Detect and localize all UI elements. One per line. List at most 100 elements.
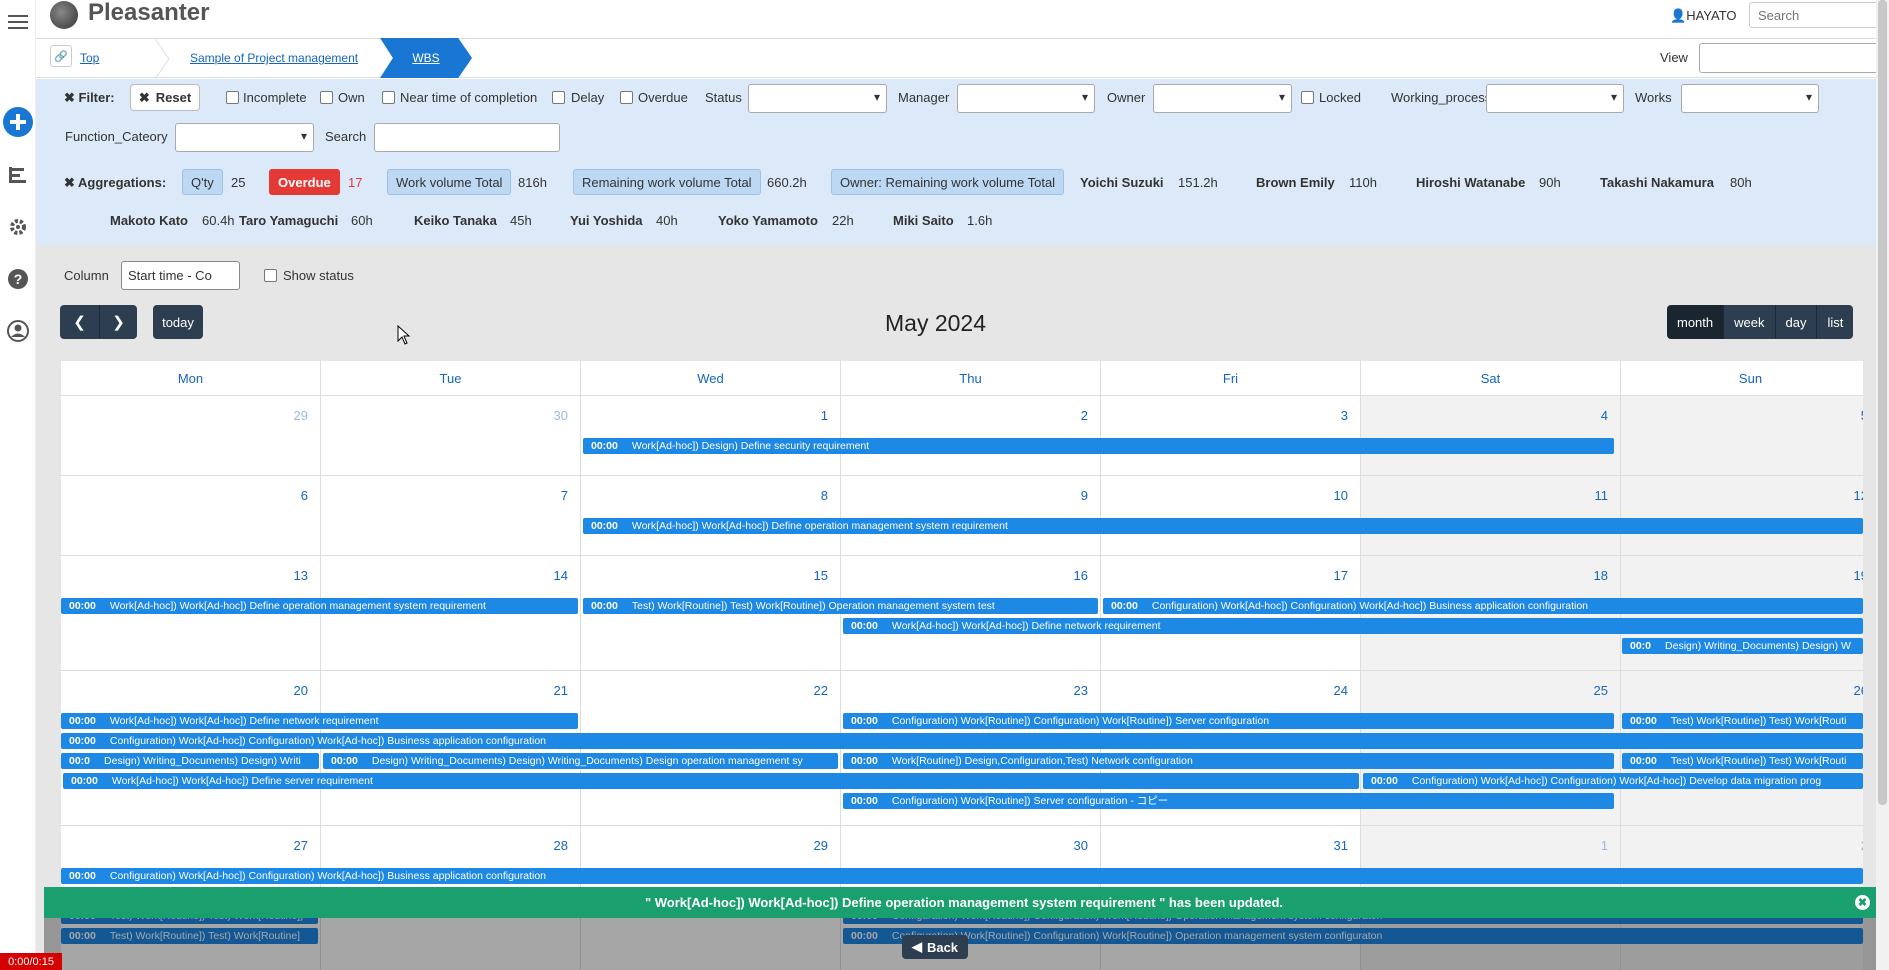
day-number[interactable]: 21 bbox=[554, 683, 568, 698]
near-completion-checkbox[interactable] bbox=[382, 91, 395, 104]
day-cell[interactable]: 5 bbox=[1621, 396, 1863, 476]
scrollbar[interactable] bbox=[1876, 0, 1889, 970]
breadcrumb-wbs[interactable]: WBS bbox=[380, 38, 472, 78]
day-number[interactable]: 10 bbox=[1334, 488, 1348, 503]
works-select[interactable] bbox=[1681, 84, 1819, 113]
function-category-select[interactable] bbox=[175, 123, 314, 152]
day-number[interactable]: 28 bbox=[554, 838, 568, 853]
aggregations-toggle[interactable]: ✖ Aggregations: bbox=[64, 175, 166, 191]
day-cell[interactable]: 2 bbox=[841, 396, 1101, 476]
day-number[interactable]: 1 bbox=[821, 408, 828, 423]
day-cell[interactable]: 8 bbox=[581, 476, 841, 556]
manager-select[interactable] bbox=[957, 84, 1095, 113]
day-cell[interactable]: 30 bbox=[321, 396, 581, 476]
calendar-event[interactable]: 00:00 Configuration) Work[Ad-hoc]) Config… bbox=[61, 733, 1863, 749]
day-number[interactable]: 23 bbox=[1074, 683, 1088, 698]
day-cell[interactable]: 12 bbox=[1621, 476, 1863, 556]
calendar-event[interactable]: 00:0 Design) Writing_Documents) Design) W… bbox=[61, 753, 319, 769]
day-number[interactable]: 17 bbox=[1334, 568, 1348, 583]
day-number[interactable]: 18 bbox=[1594, 568, 1608, 583]
month-view-button[interactable]: month bbox=[1667, 305, 1724, 339]
filter-search-input[interactable] bbox=[374, 123, 560, 152]
day-cell[interactable]: 9 bbox=[841, 476, 1101, 556]
owner-select[interactable] bbox=[1153, 84, 1292, 113]
calendar-event[interactable]: 00:00 Work[Ad-hoc]) Work[Ad-hoc]) Define … bbox=[61, 598, 578, 614]
day-number[interactable]: 16 bbox=[1074, 568, 1088, 583]
day-number[interactable]: 29 bbox=[814, 838, 828, 853]
day-number[interactable]: 5 bbox=[1861, 408, 1863, 423]
today-button[interactable]: today bbox=[153, 305, 203, 339]
day-number[interactable]: 12 bbox=[1854, 488, 1863, 503]
day-number[interactable]: 14 bbox=[554, 568, 568, 583]
day-cell[interactable]: 10 bbox=[1101, 476, 1361, 556]
day-number[interactable]: 7 bbox=[561, 488, 568, 503]
day-cell[interactable]: 11 bbox=[1361, 476, 1621, 556]
status-select[interactable] bbox=[748, 84, 887, 113]
day-number[interactable]: 24 bbox=[1334, 683, 1348, 698]
breadcrumb-top[interactable]: Top bbox=[80, 51, 99, 65]
add-new-icon[interactable] bbox=[0, 104, 36, 140]
incomplete-checkbox[interactable] bbox=[226, 91, 239, 104]
app-title[interactable]: Pleasanter bbox=[88, 0, 209, 27]
delay-checkbox[interactable] bbox=[552, 91, 565, 104]
day-number[interactable]: 15 bbox=[814, 568, 828, 583]
view-select[interactable] bbox=[1699, 43, 1889, 73]
prev-button[interactable]: ❮ bbox=[60, 305, 99, 339]
calendar-event[interactable]: 00:00 Configuration) Work[Ad-hoc]) Config… bbox=[1103, 598, 1863, 614]
calendar-event[interactable]: 00:00 Test) Work[Routine]) Test) Work[Rou… bbox=[583, 598, 1098, 614]
user-menu[interactable]: 👤HAYATO bbox=[1670, 8, 1737, 24]
calendar-event[interactable]: 00:00 Configuration) Work[Routine]) Serve… bbox=[843, 793, 1614, 809]
day-number[interactable]: 30 bbox=[1074, 838, 1088, 853]
day-number[interactable]: 20 bbox=[294, 683, 308, 698]
reset-button[interactable]: ✖ Reset bbox=[130, 84, 200, 111]
calendar-event[interactable]: 00:00 Test) Work[Routine]) Test) Work[Rou… bbox=[1622, 753, 1863, 769]
user-icon[interactable] bbox=[0, 313, 36, 349]
search-input[interactable] bbox=[1749, 2, 1889, 28]
day-number[interactable]: 3 bbox=[1341, 408, 1348, 423]
day-number[interactable]: 29 bbox=[294, 408, 308, 423]
calendar-event[interactable]: 00:00 Work[Ad-hoc]) Work[Ad-hoc]) Define … bbox=[63, 773, 1359, 789]
help-icon[interactable]: ? bbox=[0, 261, 36, 297]
owner-remaining-chip[interactable]: Owner: Remaining work volume Total bbox=[831, 169, 1065, 195]
day-number[interactable]: 2 bbox=[1861, 838, 1863, 853]
calendar-event[interactable]: 00:00 Work[Routine]) Design,Configuration… bbox=[843, 753, 1614, 769]
breadcrumb-project[interactable]: Sample of Project management bbox=[190, 51, 358, 65]
day-cell[interactable]: 3 bbox=[1101, 396, 1361, 476]
filter-toggle[interactable]: ✖ Filter: bbox=[64, 90, 115, 106]
day-number[interactable]: 30 bbox=[554, 408, 568, 423]
close-icon[interactable]: ✖ bbox=[1855, 895, 1870, 910]
calendar-event[interactable]: 00:00 Work[Ad-hoc]) Work[Ad-hoc]) Define … bbox=[61, 713, 578, 729]
locked-checkbox[interactable] bbox=[1301, 91, 1314, 104]
hamburger-menu-icon[interactable] bbox=[0, 4, 36, 40]
remaining-chip[interactable]: Remaining work volume Total bbox=[573, 169, 761, 195]
app-logo[interactable] bbox=[50, 1, 78, 29]
day-number[interactable]: 19 bbox=[1854, 568, 1863, 583]
day-cell[interactable]: 6 bbox=[61, 476, 321, 556]
calendar-event[interactable]: 00:00 Configuration) Work[Ad-hoc]) Config… bbox=[1363, 773, 1863, 789]
show-status-checkbox[interactable] bbox=[264, 269, 277, 282]
back-button[interactable]: ◀ Back bbox=[902, 935, 968, 959]
day-number[interactable]: 27 bbox=[294, 838, 308, 853]
overdue-chip[interactable]: Overdue bbox=[269, 169, 340, 195]
day-number[interactable]: 1 bbox=[1601, 838, 1608, 853]
calendar-event[interactable]: 00:0 Design) Writing_Documents) Design) W bbox=[1622, 638, 1863, 654]
link-icon[interactable]: 🔗 bbox=[50, 45, 72, 67]
next-button[interactable]: ❯ bbox=[99, 305, 137, 339]
working-process-select[interactable] bbox=[1486, 84, 1624, 113]
day-number[interactable]: 8 bbox=[821, 488, 828, 503]
calendar-event[interactable]: 00:00 Work[Ad-hoc]) Design) Define securi… bbox=[583, 438, 1614, 454]
qty-chip[interactable]: Q'ty bbox=[182, 169, 223, 195]
day-cell[interactable]: 7 bbox=[321, 476, 581, 556]
column-select[interactable]: Start time - Co bbox=[121, 261, 240, 290]
calendar-event[interactable]: 00:00 Work[Ad-hoc]) Work[Ad-hoc]) Define … bbox=[583, 518, 1863, 534]
week-view-button[interactable]: week bbox=[1723, 305, 1775, 339]
day-number[interactable]: 9 bbox=[1081, 488, 1088, 503]
day-number[interactable]: 11 bbox=[1595, 488, 1609, 503]
day-number[interactable]: 31 bbox=[1334, 838, 1348, 853]
calendar-event[interactable]: 00:00 Test) Work[Routine]) Test) Work[Rou… bbox=[1622, 713, 1863, 729]
own-checkbox[interactable] bbox=[320, 91, 333, 104]
day-view-button[interactable]: day bbox=[1774, 305, 1817, 339]
list-view-button[interactable]: list bbox=[1816, 305, 1854, 339]
day-number[interactable]: 26 bbox=[1854, 683, 1863, 698]
day-number[interactable]: 6 bbox=[301, 488, 308, 503]
